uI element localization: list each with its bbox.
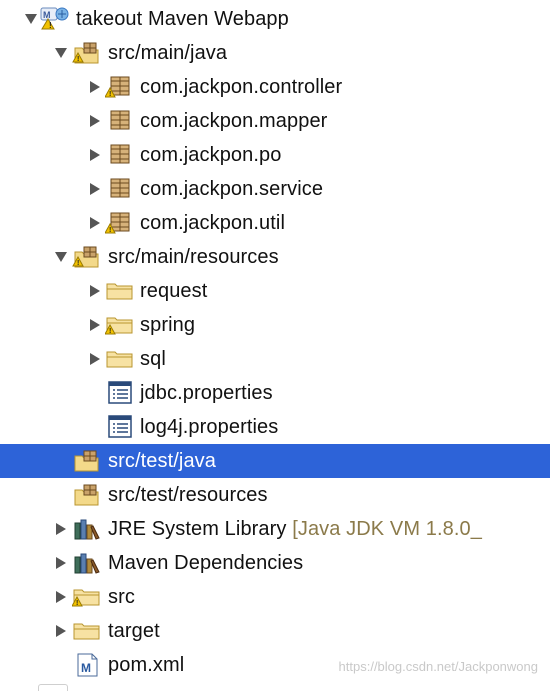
tree-item-folder[interactable]: ! spring	[0, 308, 550, 342]
tree-item-label: sql	[140, 348, 166, 370]
tree-item-jre-library[interactable]: JRE System Library [Java JDK VM 1.8.0_	[0, 512, 550, 546]
tree-item-label: src	[108, 586, 135, 608]
package-icon: !	[104, 211, 135, 235]
project-explorer-tree: M ! takeout Maven Webapp ! src/main/java	[0, 2, 550, 682]
source-folder-icon	[72, 449, 102, 473]
svg-text:!: !	[49, 21, 52, 30]
chevron-right-icon[interactable]	[84, 274, 104, 308]
library-icon	[72, 551, 102, 575]
svg-text:M: M	[43, 10, 51, 20]
library-icon	[72, 517, 102, 541]
svg-text:!: !	[76, 600, 78, 607]
tree-item-maven-dependencies[interactable]: Maven Dependencies	[0, 546, 550, 580]
svg-text:!: !	[109, 328, 111, 335]
tree-item-src-test-java[interactable]: src/test/java	[0, 444, 550, 478]
chevron-right-icon[interactable]	[50, 614, 70, 648]
chevron-down-icon[interactable]	[50, 240, 70, 274]
maven-project-icon: M !	[40, 7, 70, 31]
tree-item-file[interactable]: jdbc.properties	[0, 376, 550, 410]
source-folder-icon: !	[72, 41, 102, 65]
tree-item-src-test-resources[interactable]: src/test/resources	[0, 478, 550, 512]
chevron-down-icon[interactable]	[20, 2, 40, 36]
tree-item-label: Maven Dependencies	[108, 552, 304, 574]
watermark: https://blog.csdn.net/Jackponwong	[338, 659, 538, 674]
chevron-right-icon[interactable]	[50, 580, 70, 614]
tree-item-file[interactable]: log4j.properties	[0, 410, 550, 444]
chevron-right-icon[interactable]	[50, 512, 70, 546]
source-folder-icon: !	[72, 245, 102, 269]
source-folder-icon	[72, 483, 102, 507]
tree-item-src-main-resources[interactable]: ! src/main/resources	[0, 240, 550, 274]
tree-item-label: com.jackpon.controller	[140, 76, 343, 98]
package-icon	[105, 109, 135, 133]
tree-item-label: jdbc.properties	[140, 382, 273, 404]
tree-item-label: pom.xml	[108, 654, 185, 676]
tree-item-label: src/test/java	[108, 450, 216, 472]
tree-item-label: com.jackpon.util	[140, 212, 285, 234]
maven-pom-icon: M	[72, 653, 102, 677]
tree-item-label: spring	[140, 314, 196, 336]
tree-item-label: src/main/java	[108, 42, 228, 64]
chevron-right-icon[interactable]	[50, 546, 70, 580]
properties-file-icon	[105, 381, 135, 405]
tree-item-src-folder[interactable]: ! src	[0, 580, 550, 614]
folder-icon: !	[104, 313, 135, 337]
tree-item-folder[interactable]: sql	[0, 342, 550, 376]
svg-text:!: !	[109, 91, 111, 98]
folder-icon	[105, 347, 135, 371]
tree-item-package[interactable]: com.jackpon.po	[0, 138, 550, 172]
tree-item-package[interactable]: ! com.jackpon.controller	[0, 70, 550, 104]
tree-item-label: com.jackpon.service	[140, 178, 324, 200]
chevron-right-icon[interactable]	[84, 70, 104, 104]
folder-icon	[72, 619, 102, 643]
package-icon	[105, 143, 135, 167]
tree-item-label: JRE System Library [Java JDK VM 1.8.0_	[108, 512, 482, 546]
folder-icon	[105, 279, 135, 303]
chevron-right-icon[interactable]	[84, 104, 104, 138]
library-decoration: [Java JDK VM 1.8.0_	[292, 518, 482, 540]
tree-item-label: log4j.properties	[140, 416, 279, 438]
tree-item-label: com.jackpon.po	[140, 144, 282, 166]
library-name: JRE System Library	[108, 518, 287, 540]
tree-item-package[interactable]: ! com.jackpon.util	[0, 206, 550, 240]
tree-item-folder[interactable]: request	[0, 274, 550, 308]
chevron-right-icon[interactable]	[84, 342, 104, 376]
tree-item-label: src/test/resources	[108, 484, 268, 506]
package-icon	[105, 177, 135, 201]
svg-text:!: !	[77, 260, 79, 267]
chevron-right-icon[interactable]	[84, 206, 104, 240]
tree-item-package[interactable]: com.jackpon.mapper	[0, 104, 550, 138]
tree-item-label: request	[140, 280, 208, 302]
chevron-down-icon[interactable]	[50, 36, 70, 70]
tree-item-label: com.jackpon.mapper	[140, 110, 328, 132]
chevron-right-icon[interactable]	[84, 138, 104, 172]
svg-text:!: !	[77, 56, 79, 63]
tree-item-label: takeout Maven Webapp	[76, 8, 289, 30]
folder-icon: !	[71, 585, 102, 609]
chevron-right-icon[interactable]	[84, 172, 104, 206]
properties-file-icon	[105, 415, 135, 439]
tree-item-target-folder[interactable]: target	[0, 614, 550, 648]
chevron-right-icon[interactable]	[84, 308, 104, 342]
tree-item-label: src/main/resources	[108, 246, 279, 268]
tree-item-src-main-java[interactable]: ! src/main/java	[0, 36, 550, 70]
tree-item-package[interactable]: com.jackpon.service	[0, 172, 550, 206]
svg-text:M: M	[81, 661, 91, 675]
svg-text:!: !	[109, 227, 111, 234]
tree-item-label: target	[108, 620, 160, 642]
package-icon: !	[104, 75, 135, 99]
tree-item-project-root[interactable]: M ! takeout Maven Webapp	[0, 2, 550, 36]
